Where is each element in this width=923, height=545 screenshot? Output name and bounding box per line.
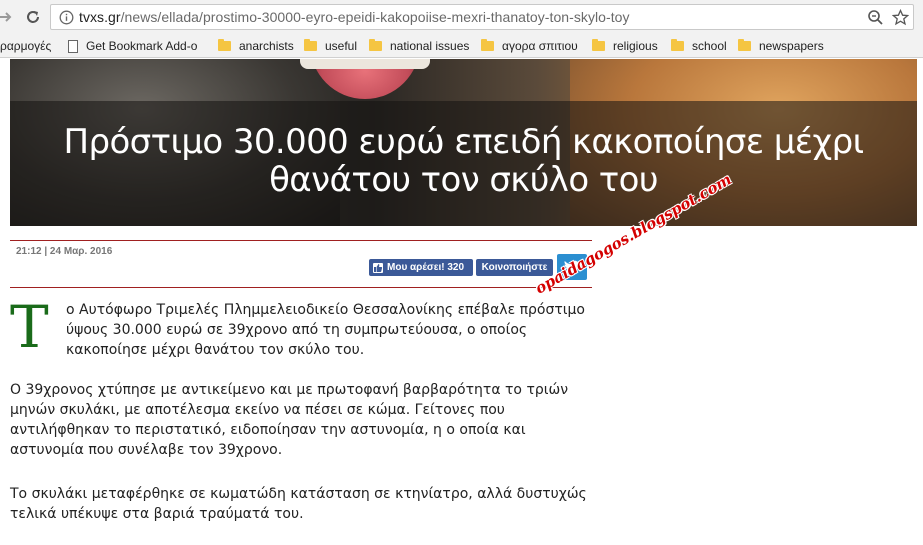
url-text[interactable]: tvxs.gr/news/ellada/prostimo-30000-eyro-… bbox=[79, 9, 630, 25]
bookmark-label: religious bbox=[613, 39, 658, 53]
page-icon bbox=[68, 39, 78, 53]
bookmark-apps[interactable]: ραρμογές bbox=[0, 34, 52, 57]
paragraph-1: ο Αυτόφωρο Τριμελές Πλημμελειοδικείο Θεσ… bbox=[66, 302, 585, 358]
bookmark-label: useful bbox=[325, 39, 358, 53]
bookmarks-bar: ραρμογές Get Bookmark Add-o anarchists u… bbox=[0, 34, 923, 58]
forward-icon[interactable] bbox=[0, 6, 16, 28]
article-title: Πρόστιμο 30.000 ευρώ επειδή κακοποίησε μ… bbox=[63, 122, 865, 200]
bookmark-star-icon[interactable] bbox=[891, 8, 910, 26]
bookmark-label: newspapers bbox=[759, 39, 824, 53]
bookmark-folder-religious[interactable]: religious bbox=[592, 34, 658, 57]
folder-icon bbox=[481, 39, 494, 51]
facebook-share-button[interactable]: Κοινοποιήστε bbox=[476, 259, 553, 276]
address-bar[interactable]: tvxs.gr/news/ellada/prostimo-30000-eyro-… bbox=[50, 4, 914, 30]
facebook-like-label: Μου αρέσει! 320 bbox=[387, 262, 465, 273]
drop-cap: Τ bbox=[10, 293, 49, 361]
browser-toolbar: tvxs.gr/news/ellada/prostimo-30000-eyro-… bbox=[0, 0, 923, 34]
bookmark-label: ραρμογές bbox=[0, 39, 52, 53]
paragraph-2: Ο 39χρονος χτύπησε με αντικείμενο και με… bbox=[10, 382, 569, 458]
folder-icon bbox=[592, 39, 605, 51]
bookmark-folder-school[interactable]: school bbox=[671, 34, 727, 57]
divider-bottom bbox=[10, 287, 592, 288]
facebook-share-label: Κοινοποιήστε bbox=[481, 262, 548, 273]
folder-icon bbox=[218, 39, 231, 51]
bookmark-folder-agora-spitiou[interactable]: αγορα σπιτιου bbox=[481, 34, 578, 57]
thumbs-up-icon bbox=[373, 262, 383, 273]
folder-icon bbox=[369, 39, 382, 51]
bookmark-label: school bbox=[692, 39, 727, 53]
zoom-icon[interactable] bbox=[867, 9, 884, 26]
bookmark-folder-useful[interactable]: useful bbox=[304, 34, 358, 57]
hero-image: Πρόστιμο 30.000 ευρώ επειδή κακοποίησε μ… bbox=[10, 59, 917, 226]
reload-icon[interactable] bbox=[22, 6, 44, 28]
folder-icon bbox=[304, 39, 317, 51]
dog-teeth-region bbox=[300, 59, 430, 69]
folder-icon bbox=[738, 39, 751, 51]
bookmark-label: anarchists bbox=[239, 39, 294, 53]
bookmark-folder-anarchists[interactable]: anarchists bbox=[218, 34, 294, 57]
facebook-like-button[interactable]: Μου αρέσει! 320 bbox=[369, 259, 473, 276]
url-path: /news/ellada/prostimo-30000-eyro-epeidi-… bbox=[120, 9, 630, 25]
bookmark-folder-national-issues[interactable]: national issues bbox=[369, 34, 470, 57]
bookmark-label: Get Bookmark Add-o bbox=[86, 39, 198, 53]
divider-top bbox=[10, 240, 592, 241]
bookmark-label: αγορα σπιτιου bbox=[502, 39, 578, 53]
paragraph-3: Το σκυλάκι μεταφέρθηκε σε κωματώδη κατάσ… bbox=[10, 486, 587, 522]
article-date: 21:12 | 24 Μαρ. 2016 bbox=[16, 246, 113, 257]
bookmark-label: national issues bbox=[390, 39, 470, 53]
url-host: tvxs.gr bbox=[79, 9, 121, 25]
folder-icon bbox=[671, 39, 684, 51]
bookmark-get-bookmark-add-on[interactable]: Get Bookmark Add-o bbox=[68, 34, 198, 57]
info-icon[interactable] bbox=[59, 10, 74, 25]
bookmark-folder-newspapers[interactable]: newspapers bbox=[738, 34, 824, 57]
